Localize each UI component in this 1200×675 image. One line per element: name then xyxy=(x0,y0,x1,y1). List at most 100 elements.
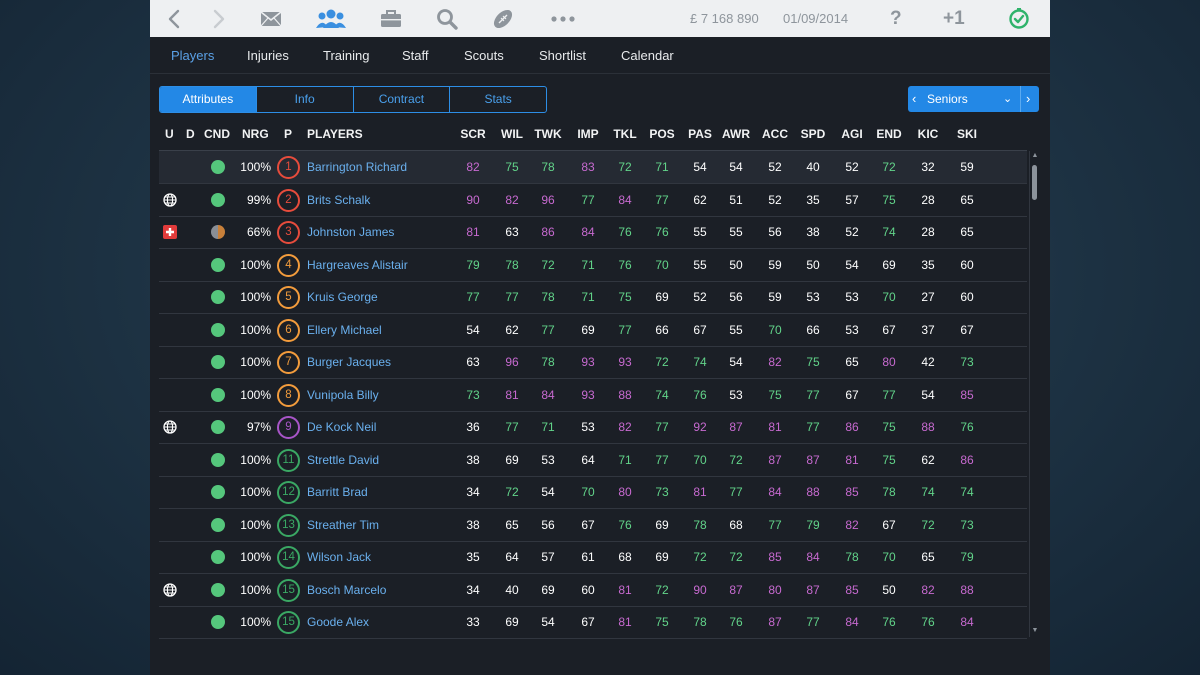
stat-awr: 87 xyxy=(729,582,743,597)
stat-end: 75 xyxy=(882,192,896,207)
globe-icon xyxy=(163,192,177,207)
squad-selector[interactable]: ‹ Seniors ⌄ › xyxy=(908,86,1039,112)
stat-kic: 42 xyxy=(921,355,935,369)
table-row[interactable]: 99% 2 Brits Schalk 90 82 96 77 84 77 62 51 52 35 57 75… xyxy=(159,184,1027,217)
column-header-p[interactable]: P xyxy=(284,126,292,142)
stat-twk: 78 xyxy=(541,160,555,174)
column-header-pas[interactable]: PAS xyxy=(680,126,720,142)
player-name-link[interactable]: Barritt Brad xyxy=(307,476,368,508)
nav-injuries[interactable]: Injuries xyxy=(247,37,289,73)
column-header-players[interactable]: PLAYERS xyxy=(307,126,363,142)
player-name-link[interactable]: Barrington Richard xyxy=(307,151,407,183)
table-row[interactable]: 100% 6 Ellery Michael 54 62 77 69 77 66 67 55 70 66 5… xyxy=(159,314,1027,347)
search-icon[interactable] xyxy=(434,6,460,31)
position-badge: 4 xyxy=(277,253,300,277)
table-row[interactable]: 100% 11 Strettle David 38 69 53 64 71 77 70 72 87 87… xyxy=(159,444,1027,477)
clock-icon[interactable] xyxy=(1007,6,1031,31)
nav-scouts[interactable]: Scouts xyxy=(464,37,504,73)
column-header-acc[interactable]: ACC xyxy=(755,126,795,142)
table-row[interactable]: 100% 4 Hargreaves Alistair 79 78 72 71 76 70 55 50… xyxy=(159,249,1027,282)
tab-contract[interactable]: Contract xyxy=(354,87,451,112)
column-header-twk[interactable]: TWK xyxy=(528,126,568,142)
next-squad-icon[interactable]: › xyxy=(1026,86,1030,112)
rugby-ball-icon[interactable] xyxy=(490,6,516,31)
player-name-link[interactable]: Streather Tim xyxy=(307,509,379,541)
stat-end: 69 xyxy=(882,257,896,272)
table-row[interactable]: 97% 9 De Kock Neil 36 77 71 53 82 77 92 87 81 77 86 75… xyxy=(159,411,1027,444)
tab-attributes[interactable]: Attributes xyxy=(160,87,257,112)
stat-imp: 67 xyxy=(581,517,595,532)
column-header-end[interactable]: END xyxy=(869,126,909,142)
table-row[interactable]: 66% 3 Johnston James 81 63 86 84 76 76 55 55 56 38 52… xyxy=(159,216,1027,249)
more-icon[interactable] xyxy=(550,6,576,31)
forward-icon[interactable] xyxy=(211,6,227,31)
player-name-link[interactable]: Strettle David xyxy=(307,444,379,476)
tab-stats[interactable]: Stats xyxy=(450,87,546,112)
player-name-link[interactable]: Burger Jacques xyxy=(307,346,391,378)
nav-players[interactable]: Players xyxy=(171,37,214,73)
previous-squad-icon[interactable]: ‹ xyxy=(912,86,916,112)
column-header-awr[interactable]: AWR xyxy=(716,126,756,142)
stat-spd: 84 xyxy=(806,550,820,564)
player-name-link[interactable]: Vunipola Billy xyxy=(307,379,379,411)
top-toolbar: £ 7 168 890 01/09/2014 ? +1 xyxy=(150,0,1050,37)
energy-value: 97% xyxy=(246,420,271,434)
player-name-link[interactable]: Kruis George xyxy=(307,281,378,313)
position-badge: 15 xyxy=(277,611,300,634)
squad-icon[interactable] xyxy=(314,6,348,31)
nav-calendar[interactable]: Calendar xyxy=(621,37,674,73)
player-name-link[interactable]: Johnston James xyxy=(307,216,394,248)
column-header-kic[interactable]: KIC xyxy=(908,126,948,142)
table-row[interactable]: 100% 7 Burger Jacques 63 96 78 93 93 72 74 54 82 75 6… xyxy=(159,346,1027,379)
player-name-link[interactable]: Goode Alex xyxy=(307,606,369,638)
nav-training[interactable]: Training xyxy=(323,37,369,73)
nav-staff[interactable]: Staff xyxy=(402,37,429,73)
column-header-wil[interactable]: WIL xyxy=(492,126,532,142)
player-name-link[interactable]: Brits Schalk xyxy=(307,184,370,216)
column-header-agi[interactable]: AGI xyxy=(832,126,872,142)
column-header-nrg[interactable]: NRG xyxy=(242,126,269,142)
column-header-pos[interactable]: POS xyxy=(642,126,682,142)
stat-pos: 69 xyxy=(655,517,669,532)
stat-agi: 53 xyxy=(845,290,859,304)
briefcase-icon[interactable] xyxy=(379,6,403,31)
column-header-imp[interactable]: IMP xyxy=(568,126,608,142)
column-header-ski[interactable]: SKI xyxy=(947,126,987,142)
stat-scr: 38 xyxy=(466,517,480,532)
player-name-link[interactable]: Wilson Jack xyxy=(307,541,371,573)
table-row[interactable]: 100% 14 Wilson Jack 35 64 57 61 68 69 72 72 85 84 78 7… xyxy=(159,541,1027,574)
column-header-tkl[interactable]: TKL xyxy=(605,126,645,142)
table-row[interactable]: 100% 13 Streather Tim 38 65 56 67 76 69 78 68 77 79 8… xyxy=(159,509,1027,542)
scroll-up-icon[interactable]: ▲ xyxy=(1029,151,1041,161)
table-row[interactable]: 100% 5 Kruis George 77 77 78 71 75 69 52 56 59 53 53 7… xyxy=(159,281,1027,314)
column-header-u[interactable]: U xyxy=(165,126,174,142)
stat-imp: 71 xyxy=(581,257,595,272)
player-name-link[interactable]: Bosch Marcelo xyxy=(307,574,386,606)
scrollbar-track[interactable] xyxy=(1029,151,1040,637)
scroll-down-icon[interactable]: ▼ xyxy=(1029,626,1041,636)
scrollbar-thumb[interactable] xyxy=(1032,165,1037,200)
table-row[interactable]: 100% 1 Barrington Richard 82 75 78 83 72 71 54 54 5… xyxy=(159,151,1027,184)
player-name-link[interactable]: De Kock Neil xyxy=(307,411,376,443)
stat-tkl: 80 xyxy=(618,485,632,499)
player-name-link[interactable]: Ellery Michael xyxy=(307,314,382,346)
nav-shortlist[interactable]: Shortlist xyxy=(539,37,586,73)
help-icon[interactable]: ? xyxy=(890,0,902,37)
plus-one-button[interactable]: +1 xyxy=(943,0,965,37)
column-header-scr[interactable]: SCR xyxy=(453,126,493,142)
stat-pas: 74 xyxy=(693,355,707,369)
player-name-link[interactable]: Hargreaves Alistair xyxy=(307,249,408,281)
chevron-down-icon[interactable]: ⌄ xyxy=(1003,86,1012,112)
table-row[interactable]: 100% 15 Bosch Marcelo 34 40 69 60 81 72 90 87 80 87 8… xyxy=(159,574,1027,607)
table-row[interactable]: 100% 12 Barritt Brad 34 72 54 70 80 73 81 77 84 88 85… xyxy=(159,476,1027,509)
mail-icon[interactable] xyxy=(259,6,283,31)
back-icon[interactable] xyxy=(166,6,182,31)
column-header-spd[interactable]: SPD xyxy=(793,126,833,142)
table-row[interactable]: 100% 15 Goode Alex 33 69 54 67 81 75 78 76 87 77 84 76… xyxy=(159,606,1027,639)
table-row[interactable]: 100% 8 Vunipola Billy 73 81 84 93 88 74 76 53 75 77 6… xyxy=(159,379,1027,412)
stat-end: 50 xyxy=(882,582,896,597)
column-header-cnd[interactable]: CND xyxy=(204,126,230,142)
tab-info[interactable]: Info xyxy=(257,87,354,112)
stat-end: 70 xyxy=(882,290,896,304)
column-header-d[interactable]: D xyxy=(186,126,195,142)
